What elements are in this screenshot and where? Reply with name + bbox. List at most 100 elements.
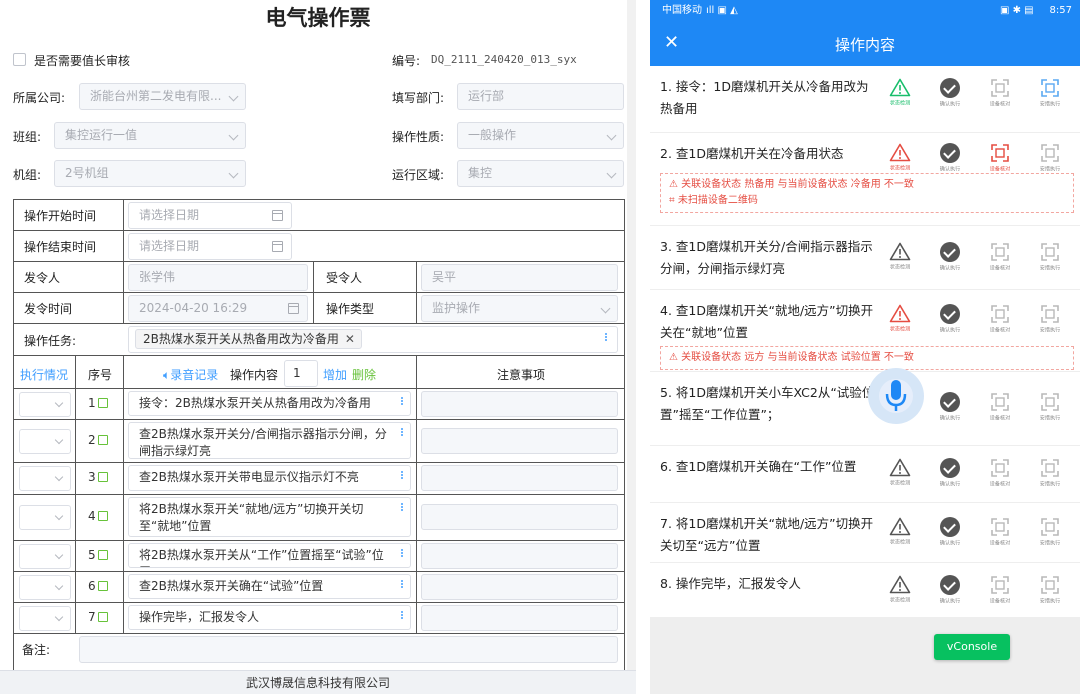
- exec-status-select[interactable]: [19, 505, 71, 530]
- secure-exec-button[interactable]: 安措执行: [1030, 458, 1070, 488]
- unit-label: 机组:: [13, 168, 42, 182]
- more-icon[interactable]: [400, 502, 404, 512]
- secure-exec-button[interactable]: 安措执行: [1030, 304, 1070, 334]
- add-count-input[interactable]: 1: [284, 360, 318, 387]
- exec-status-select[interactable]: [19, 574, 71, 600]
- number-label: 编号:: [392, 54, 421, 68]
- review-checkbox[interactable]: [13, 53, 26, 66]
- end-time-picker[interactable]: 请选择日期: [128, 233, 292, 260]
- receiver-field[interactable]: 吴平: [421, 264, 618, 291]
- notes-field[interactable]: [421, 542, 618, 569]
- delete-button[interactable]: 删除: [352, 366, 376, 383]
- op-content-field[interactable]: 查2B热煤水泵开关带电显示仪指示灯不亮: [128, 465, 411, 491]
- status-check-button[interactable]: 状态检测: [880, 242, 920, 271]
- scan-icon: [1041, 144, 1059, 162]
- device-verify-button[interactable]: 设备核对: [980, 242, 1020, 272]
- device-verify-button[interactable]: 设备核对: [980, 392, 1020, 422]
- more-icon[interactable]: [400, 396, 404, 406]
- op-type-select[interactable]: 监护操作: [421, 295, 618, 322]
- op-item-text: 3. 查1D磨煤机开关分/合闸指示器指示分闸，分闸指示绿灯亮: [660, 239, 873, 276]
- seq-checkbox[interactable]: [97, 611, 108, 622]
- more-icon[interactable]: [604, 332, 608, 342]
- seq-header: 序号: [88, 368, 113, 382]
- more-icon[interactable]: [400, 427, 404, 437]
- unit-select[interactable]: 2号机组: [54, 160, 246, 187]
- device-verify-button[interactable]: 设备核对: [980, 143, 1020, 173]
- exec-status-select[interactable]: [19, 605, 71, 631]
- exec-status-select[interactable]: [19, 543, 71, 569]
- confirm-exec-button[interactable]: 确认执行: [930, 392, 970, 422]
- device-verify-button[interactable]: 设备核对: [980, 458, 1020, 488]
- op-content-field[interactable]: 查2B热煤水泵开关分/合闸指示器指示分闸，分闸指示绿灯亮: [128, 422, 411, 459]
- confirm-exec-button[interactable]: 确认执行: [930, 78, 970, 108]
- exec-status-select[interactable]: [19, 391, 71, 417]
- status-check-button[interactable]: 状态检测: [880, 78, 920, 107]
- device-verify-button[interactable]: 设备核对: [980, 575, 1020, 605]
- issuer-field[interactable]: 张学伟: [128, 264, 308, 291]
- more-icon[interactable]: [400, 610, 404, 620]
- secure-exec-button[interactable]: 安措执行: [1030, 143, 1070, 173]
- company-select[interactable]: 浙能台州第二发电有限...: [79, 83, 246, 110]
- status-check-button[interactable]: 状态检测: [880, 458, 920, 487]
- op-content-field[interactable]: 接令：2B热煤水泵开关从热备用改为冷备用: [128, 391, 411, 416]
- seq-checkbox[interactable]: [97, 397, 108, 408]
- add-button[interactable]: 增加: [323, 366, 347, 383]
- device-verify-button[interactable]: 设备核对: [980, 517, 1020, 547]
- exec-status-select[interactable]: [19, 428, 71, 454]
- status-check-button[interactable]: 状态检测: [880, 575, 920, 604]
- confirm-exec-button[interactable]: 确认执行: [930, 575, 970, 605]
- status-check-button[interactable]: 状态检测: [880, 304, 920, 333]
- notes-field[interactable]: [421, 504, 618, 530]
- notes-field[interactable]: [421, 390, 618, 417]
- check-circle-icon: [940, 458, 960, 478]
- record-link[interactable]: 🔈︎录音记录: [163, 366, 218, 383]
- remark-field[interactable]: [79, 636, 618, 663]
- op-content-field[interactable]: 操作完毕，汇报发令人: [128, 605, 411, 630]
- more-icon[interactable]: [400, 470, 404, 480]
- area-select[interactable]: 集控: [457, 160, 624, 187]
- nature-select[interactable]: 一般操作: [457, 122, 624, 149]
- notes-field[interactable]: [421, 573, 618, 600]
- status-check-button[interactable]: 状态检测: [880, 143, 920, 172]
- seq-checkbox[interactable]: [97, 472, 108, 482]
- seq-number: 2: [88, 433, 108, 447]
- secure-exec-button[interactable]: 安措执行: [1030, 517, 1070, 547]
- voice-button[interactable]: [868, 368, 924, 424]
- device-verify-button[interactable]: 设备核对: [980, 78, 1020, 108]
- op-content-field[interactable]: 查2B热煤水泵开关确在“试验”位置: [128, 574, 411, 599]
- status-check-button[interactable]: 状态检测: [880, 517, 920, 546]
- status-bar: 中国移动 ıll ▣ ◭ ▣ ✱ ▤ 8:57: [650, 0, 1080, 22]
- notes-field[interactable]: [421, 465, 618, 491]
- confirm-exec-button[interactable]: 确认执行: [930, 458, 970, 488]
- confirm-exec-button[interactable]: 确认执行: [930, 517, 970, 547]
- secure-exec-button[interactable]: 安措执行: [1030, 575, 1070, 605]
- dept-field[interactable]: 运行部: [457, 83, 624, 110]
- confirm-exec-button[interactable]: 确认执行: [930, 304, 970, 334]
- seq-checkbox[interactable]: [97, 580, 108, 591]
- seq-checkbox[interactable]: [97, 511, 108, 521]
- secure-exec-button[interactable]: 安措执行: [1030, 392, 1070, 422]
- scrollbar[interactable]: [627, 0, 636, 670]
- op-content-field[interactable]: 将2B热煤水泵开关“就地/远方”切换开关切至“就地”位置: [128, 497, 411, 537]
- secure-exec-button[interactable]: 安措执行: [1030, 78, 1070, 108]
- start-time-picker[interactable]: 请选择日期: [128, 202, 292, 229]
- issuer-label: 发令人: [24, 271, 61, 285]
- more-icon[interactable]: [400, 579, 404, 589]
- exec-status-select[interactable]: [19, 466, 71, 491]
- more-icon[interactable]: [400, 548, 404, 558]
- op-content-field[interactable]: 将2B热煤水泵开关从“工作”位置摇至“试验”位置: [128, 543, 411, 568]
- confirm-exec-button[interactable]: 确认执行: [930, 143, 970, 173]
- team-select[interactable]: 集控运行一值: [54, 122, 246, 149]
- secure-exec-button[interactable]: 安措执行: [1030, 242, 1070, 272]
- close-icon[interactable]: ✕: [345, 330, 355, 348]
- issue-time-picker[interactable]: 2024-04-20 16:29: [128, 295, 308, 322]
- warning-icon: [889, 458, 911, 477]
- confirm-exec-button[interactable]: 确认执行: [930, 242, 970, 272]
- notes-field[interactable]: [421, 427, 618, 454]
- seq-checkbox[interactable]: [97, 549, 108, 560]
- seq-checkbox[interactable]: [97, 434, 108, 445]
- vconsole-button[interactable]: vConsole: [934, 634, 1010, 660]
- exec-status-header[interactable]: 执行情况: [20, 366, 68, 383]
- notes-field[interactable]: [421, 604, 618, 631]
- device-verify-button[interactable]: 设备核对: [980, 304, 1020, 334]
